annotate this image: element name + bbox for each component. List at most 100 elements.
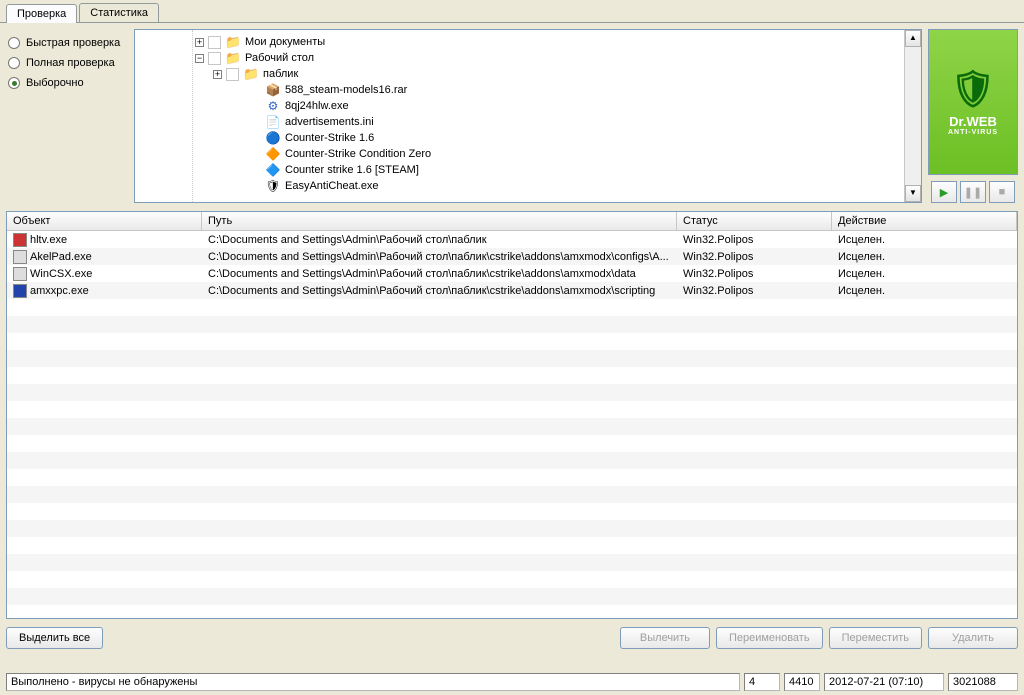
checkbox-icon[interactable] bbox=[208, 36, 221, 49]
cell-object: amxxpc.exe bbox=[7, 283, 202, 299]
checkbox-icon[interactable] bbox=[208, 52, 221, 65]
cell-path: C:\Documents and Settings\Admin\Рабочий … bbox=[202, 284, 677, 298]
tree-scrollbar[interactable]: ▲ ▼ bbox=[904, 30, 921, 202]
cell-status: Win32.Polipos bbox=[677, 267, 832, 281]
table-row-empty bbox=[7, 554, 1017, 571]
tree-item[interactable]: 🔶Counter-Strike Condition Zero bbox=[195, 146, 902, 162]
tree-item[interactable]: 🔵Counter-Strike 1.6 bbox=[195, 130, 902, 146]
table-row-empty bbox=[7, 520, 1017, 537]
col-status[interactable]: Статус bbox=[677, 212, 832, 230]
file-icon bbox=[13, 233, 27, 247]
col-object[interactable]: Объект bbox=[7, 212, 202, 230]
tree-item[interactable]: ⚙8qj24hlw.exe bbox=[195, 98, 902, 114]
cell-status: Win32.Polipos bbox=[677, 250, 832, 264]
rename-button[interactable]: Переименовать bbox=[716, 627, 823, 649]
file-icon: 🛡 bbox=[265, 178, 281, 194]
col-action[interactable]: Действие bbox=[832, 212, 1017, 230]
tab-stats[interactable]: Статистика bbox=[79, 3, 159, 22]
file-icon bbox=[13, 284, 27, 298]
file-icon: 📁 bbox=[225, 50, 241, 66]
table-row-empty bbox=[7, 571, 1017, 588]
radio-custom-scan[interactable]: Выборочно bbox=[8, 77, 126, 89]
select-all-button[interactable]: Выделить все bbox=[6, 627, 103, 649]
status-count3: 3021088 bbox=[948, 673, 1018, 691]
expand-icon[interactable]: + bbox=[195, 38, 204, 47]
tree-item[interactable]: 🛡EasyAntiCheat.exe bbox=[195, 178, 902, 194]
logo-brand: Dr.WEB bbox=[949, 114, 997, 129]
drweb-logo: 🛡 Dr.WEB ANTI-VIRUS bbox=[928, 29, 1018, 175]
table-row-empty bbox=[7, 605, 1017, 619]
table-row-empty bbox=[7, 588, 1017, 605]
status-text: Выполнено - вирусы не обнаружены bbox=[6, 673, 740, 691]
file-icon: 📦 bbox=[265, 82, 281, 98]
col-path[interactable]: Путь bbox=[202, 212, 677, 230]
cell-object: WinCSX.exe bbox=[7, 266, 202, 282]
file-icon: 📁 bbox=[243, 66, 259, 82]
tree-item-label: Рабочий стол bbox=[245, 52, 314, 64]
table-row-empty bbox=[7, 384, 1017, 401]
tree-item[interactable]: − 📁 Рабочий стол bbox=[195, 50, 902, 66]
tree-item-label: 8qj24hlw.exe bbox=[285, 100, 349, 112]
tree-item-label: Counter strike 1.6 [STEAM] bbox=[285, 164, 419, 176]
radio-full-scan[interactable]: Полная проверка bbox=[8, 57, 126, 69]
cell-action: Исцелен. bbox=[832, 284, 1017, 298]
table-row[interactable]: amxxpc.exeC:\Documents and Settings\Admi… bbox=[7, 282, 1017, 299]
status-bar: Выполнено - вирусы не обнаружены 4 4410 … bbox=[0, 671, 1024, 695]
tree-item[interactable]: 📦588_steam-models16.rar bbox=[195, 82, 902, 98]
radio-label: Полная проверка bbox=[26, 57, 115, 69]
file-icon: 📄 bbox=[265, 114, 281, 130]
table-row[interactable]: WinCSX.exeC:\Documents and Settings\Admi… bbox=[7, 265, 1017, 282]
delete-button[interactable]: Удалить bbox=[928, 627, 1018, 649]
expand-icon[interactable]: − bbox=[195, 54, 204, 63]
cell-status: Win32.Polipos bbox=[677, 284, 832, 298]
table-row-empty bbox=[7, 486, 1017, 503]
radio-quick-scan[interactable]: Быстрая проверка bbox=[8, 37, 126, 49]
scroll-down-icon[interactable]: ▼ bbox=[905, 185, 921, 202]
file-tree[interactable]: +📁Мои документы−📁Рабочий стол+📁паблик📦58… bbox=[193, 30, 904, 202]
file-icon: 🔶 bbox=[265, 146, 281, 162]
tree-item[interactable]: 🔷Counter strike 1.6 [STEAM] bbox=[195, 162, 902, 178]
cure-button[interactable]: Вылечить bbox=[620, 627, 710, 649]
tree-item[interactable]: + 📁 паблик bbox=[195, 66, 902, 82]
move-button[interactable]: Переместить bbox=[829, 627, 922, 649]
radio-label: Выборочно bbox=[26, 77, 84, 89]
tree-item[interactable]: +📁Мои документы bbox=[195, 34, 902, 50]
play-button[interactable]: ▶ bbox=[931, 181, 957, 203]
table-row-empty bbox=[7, 452, 1017, 469]
table-row-empty bbox=[7, 299, 1017, 316]
tree-gutter bbox=[135, 30, 193, 202]
cell-action: Исцелен. bbox=[832, 233, 1017, 247]
tree-item-label: паблик bbox=[263, 68, 298, 80]
cell-action: Исцелен. bbox=[832, 250, 1017, 264]
shield-icon: 🛡 bbox=[950, 68, 996, 110]
cell-action: Исцелен. bbox=[832, 267, 1017, 281]
tree-item-label: advertisements.ini bbox=[285, 116, 374, 128]
tabs-row: Проверка Статистика bbox=[0, 0, 1024, 23]
tab-scan[interactable]: Проверка bbox=[6, 4, 77, 23]
expand-icon[interactable]: + bbox=[213, 70, 222, 79]
cell-path: C:\Documents and Settings\Admin\Рабочий … bbox=[202, 233, 677, 247]
table-row-empty bbox=[7, 367, 1017, 384]
status-count1: 4 bbox=[744, 673, 780, 691]
right-panel: 🛡 Dr.WEB ANTI-VIRUS ▶ ❚❚ ■ bbox=[928, 29, 1018, 203]
scroll-up-icon[interactable]: ▲ bbox=[905, 30, 921, 47]
file-icon: 📁 bbox=[225, 34, 241, 50]
table-row[interactable]: hltv.exeC:\Documents and Settings\Admin\… bbox=[7, 231, 1017, 248]
radio-label: Быстрая проверка bbox=[26, 37, 120, 49]
file-icon: 🔵 bbox=[265, 130, 281, 146]
tree-item[interactable]: 📄 advertisements.ini bbox=[195, 114, 902, 130]
cell-path: C:\Documents and Settings\Admin\Рабочий … bbox=[202, 267, 677, 281]
cell-path: C:\Documents and Settings\Admin\Рабочий … bbox=[202, 250, 677, 264]
table-row[interactable]: AkelPad.exeC:\Documents and Settings\Adm… bbox=[7, 248, 1017, 265]
results-table: Объект Путь Статус Действие hltv.exeC:\D… bbox=[6, 211, 1018, 619]
logo-sub: ANTI-VIRUS bbox=[948, 129, 998, 136]
checkbox-icon[interactable] bbox=[226, 68, 239, 81]
radio-icon bbox=[8, 37, 20, 49]
table-row-empty bbox=[7, 333, 1017, 350]
file-tree-panel: +📁Мои документы−📁Рабочий стол+📁паблик📦58… bbox=[134, 29, 922, 203]
stop-button[interactable]: ■ bbox=[989, 181, 1015, 203]
results-body: hltv.exeC:\Documents and Settings\Admin\… bbox=[7, 231, 1017, 619]
pause-button[interactable]: ❚❚ bbox=[960, 181, 986, 203]
status-date: 2012-07-21 (07:10) bbox=[824, 673, 944, 691]
file-icon bbox=[13, 267, 27, 281]
